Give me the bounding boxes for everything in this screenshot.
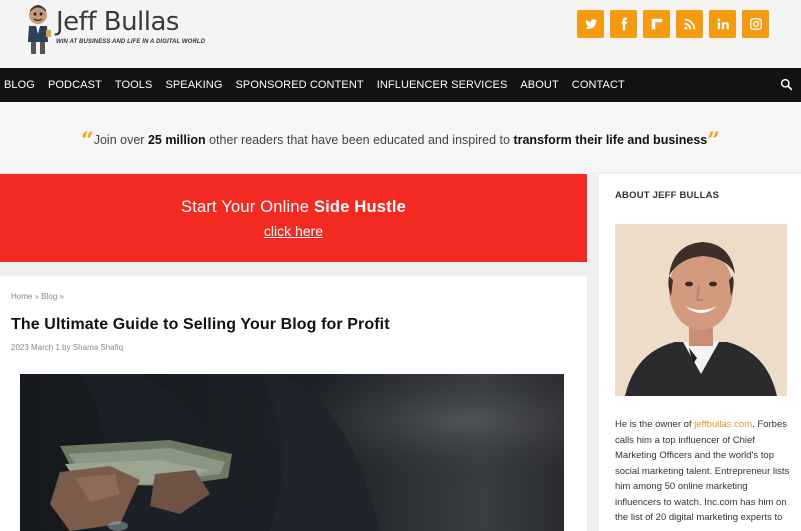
join-emphasis: transform their life and business [513,133,708,147]
sidebar-title: ABOUT JEFF BULLAS [615,190,720,201]
post-date: 2023 March 1 [11,343,60,352]
reader-count: 25 million [147,133,206,147]
breadcrumb-separator: » [32,292,42,301]
portrait-image [615,224,787,396]
nav-item-about[interactable]: ABOUT [520,79,558,91]
site-logo[interactable]: Jeff Bullas WIN AT BUSINESS AND LIFE IN … [24,4,205,56]
promo-prefix: Start Your Online [181,198,314,216]
twitter-icon[interactable] [577,10,604,38]
breadcrumb: Home » Blog » [11,292,64,301]
nav-item-sponsored-content[interactable]: SPONSORED CONTENT [235,79,363,91]
money-hands-image [20,374,564,531]
about-sidebar: ABOUT JEFF BULLAS He is the owner of jef… [599,174,801,531]
nav-item-blog[interactable]: BLOG [4,79,35,91]
readers-message: “Join over 25 million other readers that… [81,130,720,152]
promo-bold: Side Hustle [313,198,406,216]
readers-banner: “Join over 25 million other readers that… [0,102,801,172]
instagram-icon[interactable] [742,10,769,38]
flipboard-icon[interactable] [643,10,670,38]
facebook-icon[interactable] [610,10,637,38]
search-icon[interactable] [780,78,793,91]
mascot-icon [28,5,51,54]
nav-item-influencer-services[interactable]: INFLUENCER SERVICES [377,79,508,91]
rss-icon[interactable] [676,10,703,38]
post-author[interactable]: Shama Shafiq [73,343,123,352]
main-nav: BLOG PODCAST TOOLS SPEAKING SPONSORED CO… [0,68,801,102]
open-quote-icon: “ [81,128,94,154]
jeff-bullas-portrait [615,224,787,396]
linkedin-icon[interactable] [709,10,736,38]
author-bio: He is the owner of jeffbullas.com. Forbe… [615,417,793,526]
join-text-part1: Join over [93,133,148,147]
social-links [577,10,769,38]
breadcrumb-home[interactable]: Home [11,292,32,301]
close-quote-icon: ” [707,128,720,154]
post-title[interactable]: The Ultimate Guide to Selling Your Blog … [11,316,390,334]
post-by: by [59,343,73,352]
bio-text: . Forbes calls him a top influencer of C… [615,419,790,523]
bio-prefix: He is the owner of [615,419,695,430]
site-header: Jeff Bullas WIN AT BUSINESS AND LIFE IN … [0,0,801,68]
logo-title: Jeff Bullas [56,7,179,37]
article-card: Home » Blog » The Ultimate Guide to Sell… [0,276,587,531]
jeffbullas-link[interactable]: jeffbullas.com [694,419,752,430]
logo-tagline: WIN AT BUSINESS AND LIFE IN A DIGITAL WO… [56,39,206,45]
breadcrumb-blog[interactable]: Blog [41,292,57,301]
hero-image [20,374,564,531]
nav-item-tools[interactable]: TOOLS [115,79,153,91]
promo-headline: Start Your Online Side Hustle [0,198,587,217]
click-here-link[interactable]: click here [264,223,323,239]
side-hustle-banner[interactable]: Start Your Online Side Hustle click here [0,174,587,262]
nav-item-contact[interactable]: CONTACT [572,79,625,91]
post-meta: 2023 March 1 by Shama Shafiq [11,343,123,352]
breadcrumb-trail: » [57,292,64,301]
nav-item-podcast[interactable]: PODCAST [48,79,102,91]
nav-item-speaking[interactable]: SPEAKING [165,79,222,91]
join-text-part2: other readers that have been educated an… [205,133,514,147]
